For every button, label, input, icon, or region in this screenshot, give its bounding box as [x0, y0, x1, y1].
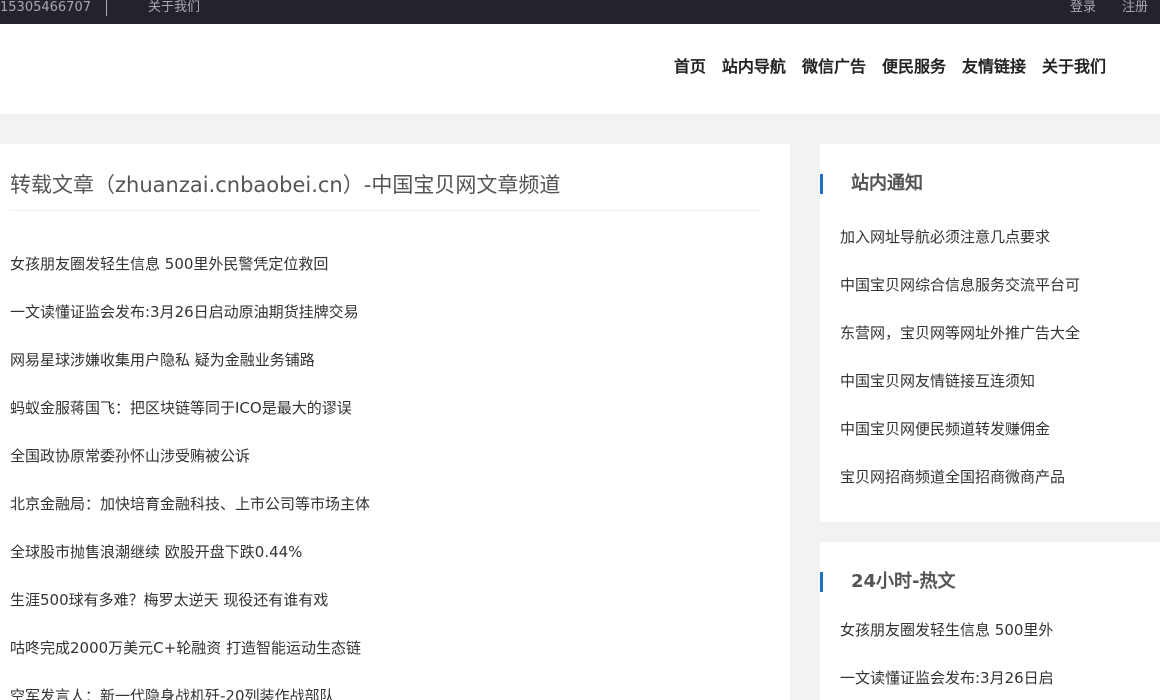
main-nav: 首页 站内导航 微信广告 便民服务 友情链接 关于我们 [674, 57, 1106, 77]
notice-link[interactable]: 加入网址导航必须注意几点要求 [840, 225, 1080, 273]
register-link[interactable]: 注册 [1122, 0, 1148, 16]
title-divider [10, 210, 760, 211]
nav-home[interactable]: 首页 [674, 57, 706, 77]
article-link[interactable]: 全球股市抛售浪潮继续 欧股开盘下跌0.44% [10, 540, 370, 588]
article-link[interactable]: 蚂蚁金服蒋国飞：把区块链等同于ICO是最大的谬误 [10, 396, 370, 444]
notice-link[interactable]: 中国宝贝网综合信息服务交流平台可 [840, 273, 1080, 321]
nav-about[interactable]: 关于我们 [1042, 57, 1106, 77]
article-link[interactable]: 女孩朋友圈发轻生信息 500里外民警凭定位救回 [10, 252, 370, 300]
site-header: 首页 站内导航 微信广告 便民服务 友情链接 关于我们 [0, 24, 1160, 114]
nav-site-guide[interactable]: 站内导航 [722, 57, 786, 77]
page-title: 转载文章（zhuanzai.cnbaobei.cn）-中国宝贝网文章频道 [10, 173, 561, 197]
top-bar: 15305466707 关于我们 登录 注册 [0, 0, 1160, 24]
site-notice-title: 站内通知 [820, 174, 923, 194]
phone-number: 15305466707 [0, 0, 91, 15]
article-link[interactable]: 生涯500球有多难？梅罗太逆天 现役还有谁有戏 [10, 588, 370, 636]
hot-articles-box: 24小时-热文 女孩朋友圈发轻生信息 500里外 一文读懂证监会发布:3月26日… [820, 542, 1160, 700]
notice-link[interactable]: 中国宝贝网友情链接互连须知 [840, 369, 1080, 417]
notice-link[interactable]: 中国宝贝网便民频道转发赚佣金 [840, 417, 1080, 465]
notice-list: 加入网址导航必须注意几点要求 中国宝贝网综合信息服务交流平台可 东营网，宝贝网等… [840, 225, 1080, 513]
hot-article-link[interactable]: 女孩朋友圈发轻生信息 500里外 [840, 618, 1054, 666]
topbar-about-link[interactable]: 关于我们 [148, 0, 200, 16]
site-notice-box: 站内通知 加入网址导航必须注意几点要求 中国宝贝网综合信息服务交流平台可 东营网… [820, 144, 1160, 522]
login-link[interactable]: 登录 [1070, 0, 1096, 16]
hot-list: 女孩朋友圈发轻生信息 500里外 一文读懂证监会发布:3月26日启 [840, 618, 1054, 700]
article-list: 女孩朋友圈发轻生信息 500里外民警凭定位救回 一文读懂证监会发布:3月26日启… [10, 252, 370, 700]
topbar-divider [106, 0, 107, 16]
article-link[interactable]: 北京金融局：加快培育金融科技、上市公司等市场主体 [10, 492, 370, 540]
article-list-panel: 转载文章（zhuanzai.cnbaobei.cn）-中国宝贝网文章频道 女孩朋… [0, 144, 790, 700]
article-link[interactable]: 一文读懂证监会发布:3月26日启动原油期货挂牌交易 [10, 300, 370, 348]
article-link[interactable]: 空军发言人：新一代隐身战机歼-20列装作战部队 [10, 684, 370, 700]
notice-link[interactable]: 宝贝网招商频道全国招商微商产品 [840, 465, 1080, 513]
hot-article-link[interactable]: 一文读懂证监会发布:3月26日启 [840, 666, 1054, 700]
article-link[interactable]: 网易星球涉嫌收集用户隐私 疑为金融业务铺路 [10, 348, 370, 396]
hot-articles-title: 24小时-热文 [820, 572, 956, 592]
notice-link[interactable]: 东营网，宝贝网等网址外推广告大全 [840, 321, 1080, 369]
article-link[interactable]: 全国政协原常委孙怀山涉受贿被公诉 [10, 444, 370, 492]
nav-services[interactable]: 便民服务 [882, 57, 946, 77]
article-link[interactable]: 咕咚完成2000万美元C+轮融资 打造智能运动生态链 [10, 636, 370, 684]
nav-wechat-ads[interactable]: 微信广告 [802, 57, 866, 77]
nav-friend-links[interactable]: 友情链接 [962, 57, 1026, 77]
